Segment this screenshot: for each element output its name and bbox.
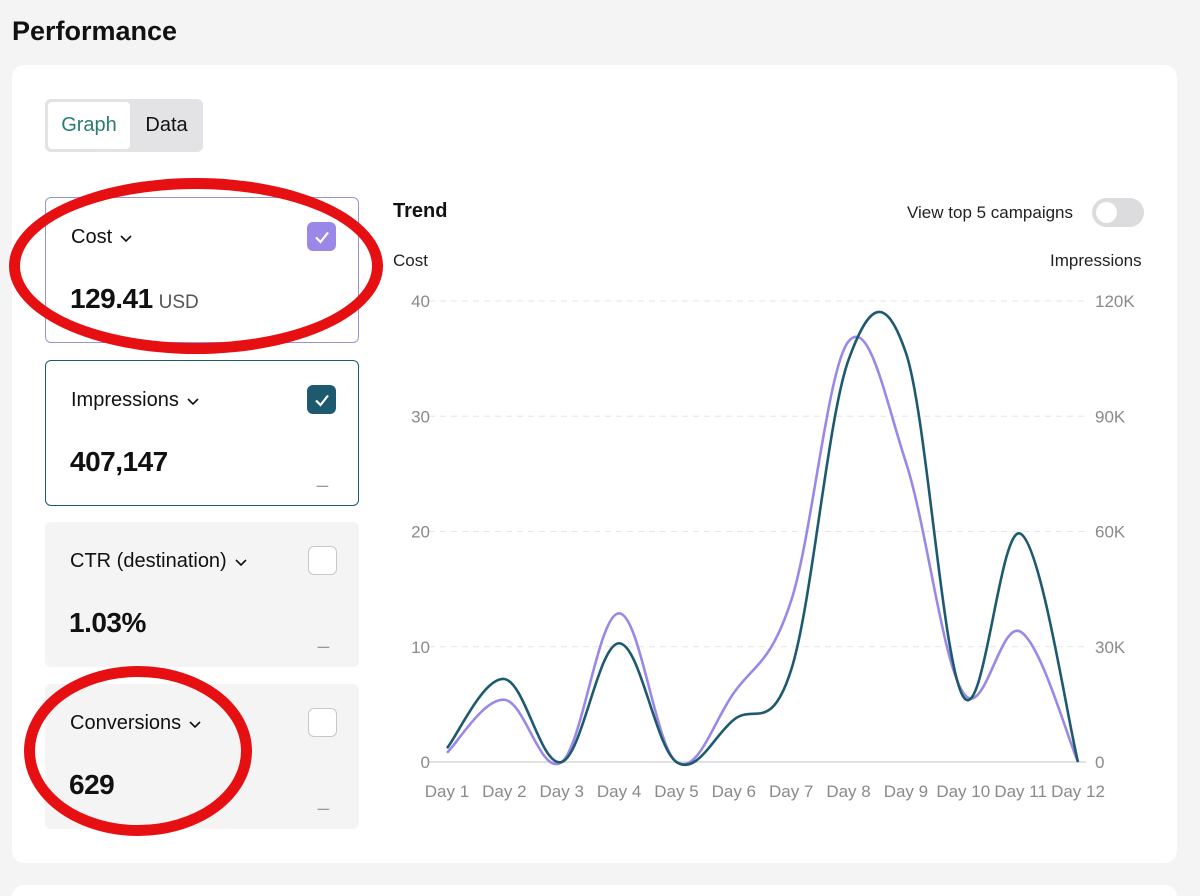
check-icon [314, 231, 329, 244]
metric-value-wrap: 1.03% [69, 607, 146, 639]
metric-dropdown-conversions[interactable]: Conversions [70, 712, 201, 735]
metric-unit: USD [158, 292, 199, 313]
metric-value-wrap: 629 [69, 769, 115, 801]
metric-value: 129.41 [70, 283, 153, 314]
series-line-impressions [445, 310, 1080, 766]
metric-card-impressions[interactable]: Impressions 407,147 _ [45, 360, 359, 506]
metric-value: 629 [69, 769, 115, 800]
y-right-tick-label: 90K [1095, 407, 1126, 426]
metric-dropdown-cost[interactable]: Cost [71, 226, 132, 249]
top5-label: View top 5 campaigns [907, 203, 1074, 222]
x-tick-label: Day 7 [769, 782, 813, 801]
x-tick-label: Day 5 [654, 782, 698, 801]
x-tick-label: Day 3 [540, 782, 584, 801]
trend-dash: _ [317, 789, 329, 811]
metric-value: 407,147 [70, 446, 168, 477]
y-left-tick-label: 30 [411, 407, 430, 426]
switch-knob [1096, 202, 1117, 223]
chevron-down-icon [187, 397, 199, 405]
metric-label: Conversions [70, 712, 182, 734]
metric-card-cost[interactable]: Cost 129.41 USD _ [45, 197, 359, 343]
trend-dash: _ [316, 466, 328, 488]
metric-card-ctr[interactable]: CTR (destination) 1.03% _ [45, 522, 359, 667]
metric-value-wrap: 407,147 [70, 446, 168, 478]
metric-label: Impressions [71, 389, 179, 411]
data-tab[interactable]: Data [133, 102, 200, 149]
check-icon [314, 394, 329, 407]
x-tick-label: Day 2 [482, 782, 526, 801]
y-right-tick-label: 0 [1095, 753, 1104, 772]
x-tick-label: Day 1 [425, 782, 469, 801]
y-right-tick-label: 60K [1095, 523, 1126, 542]
graph-tab[interactable]: Graph [48, 102, 130, 149]
y-left-tick-label: 0 [421, 753, 430, 772]
page-title: Performance [12, 16, 178, 46]
trend-title: Trend [393, 200, 448, 222]
trend-dash: _ [316, 303, 328, 325]
x-tick-label: Day 12 [1051, 782, 1105, 801]
chevron-down-icon [120, 234, 132, 242]
metric-checkbox-conversions[interactable] [308, 708, 337, 737]
metric-card-conversions[interactable]: Conversions 629 _ [45, 684, 359, 829]
left-axis-title: Cost [393, 251, 428, 270]
x-tick-label: Day 9 [884, 782, 928, 801]
metric-value: 1.03% [69, 607, 146, 638]
y-right-tick-label: 120K [1095, 292, 1135, 311]
top5-toggle-switch[interactable] [1092, 198, 1144, 227]
x-tick-label: Day 6 [712, 782, 756, 801]
series-line-cost [446, 335, 1080, 766]
trend-chart: 0 0 10 30K 20 60K 30 90K 40 120K Day 1 Day 2 Day 3 Da… [411, 292, 1135, 801]
metric-value-wrap: 129.41 USD [70, 283, 199, 315]
view-toggle: Graph Data [45, 99, 203, 152]
y-left-tick-label: 20 [411, 523, 430, 542]
next-section-card [12, 885, 1177, 896]
chevron-down-icon [235, 558, 247, 566]
y-left-tick-label: 40 [411, 292, 430, 311]
metric-dropdown-ctr[interactable]: CTR (destination) [70, 550, 247, 573]
x-tick-label: Day 4 [597, 782, 641, 801]
metric-label: Cost [71, 226, 113, 248]
metric-checkbox-cost[interactable] [307, 222, 336, 251]
y-left-tick-label: 10 [411, 638, 430, 657]
right-axis-title: Impressions [1050, 251, 1142, 270]
chevron-down-icon [189, 720, 201, 728]
trend-dash: _ [317, 627, 329, 649]
x-tick-label: Day 11 [994, 782, 1047, 801]
x-tick-label: Day 10 [936, 782, 990, 801]
y-right-tick-label: 30K [1095, 638, 1126, 657]
x-tick-label: Day 8 [826, 782, 870, 801]
metric-dropdown-impressions[interactable]: Impressions [71, 389, 199, 412]
metric-checkbox-impressions[interactable] [307, 385, 336, 414]
metric-label: CTR (destination) [70, 550, 227, 572]
metric-checkbox-ctr[interactable] [308, 546, 337, 575]
